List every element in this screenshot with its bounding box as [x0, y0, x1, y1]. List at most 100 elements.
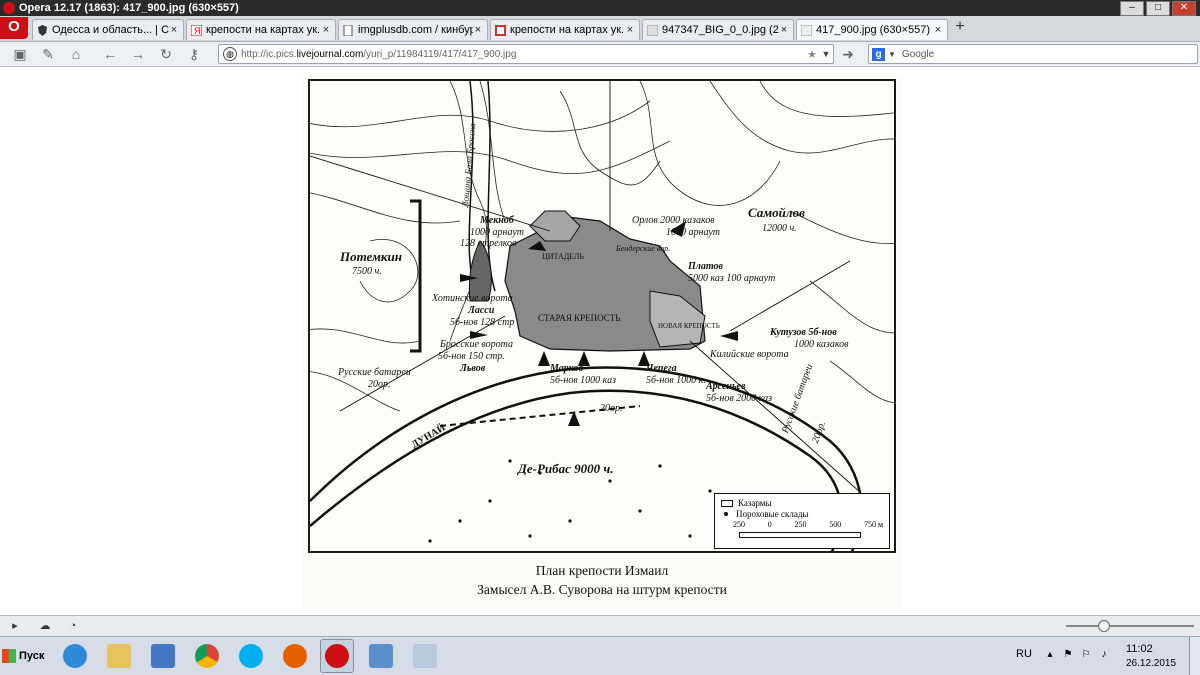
windows-flag-icon	[2, 649, 16, 663]
label-samoilov-count: 12000 ч.	[762, 223, 797, 234]
folder-icon	[107, 644, 131, 668]
back-icon[interactable]: ←	[102, 46, 118, 62]
speed-dial-icon[interactable]: ◔	[66, 619, 80, 633]
paint-icon	[413, 644, 437, 668]
tab-close-icon[interactable]: ×	[779, 24, 789, 36]
scale-tick: 250	[733, 520, 745, 529]
taskbar: Пуск RU ▴ ⚑ ⚐ ♪ 11:02 26.12.2015	[0, 636, 1200, 675]
opera-logo-icon	[3, 2, 15, 14]
scale-tick: 750 м	[863, 520, 883, 529]
taskbar-paint[interactable]	[408, 639, 442, 673]
label-orlov-2: 1000 арнаут	[666, 227, 720, 238]
tab-imgplusdb[interactable]: imgplusdb.com / кинбур... ×	[338, 19, 488, 40]
forward-icon[interactable]: →	[130, 46, 146, 62]
show-desktop-button[interactable]	[1189, 637, 1200, 675]
label-meknob-3: 128 стрелков	[460, 238, 517, 249]
address-bar[interactable]: ◍ http://ic.pics.livejournal.com/yuri_p/…	[218, 44, 834, 64]
scale-tick: 500	[829, 520, 842, 529]
barracks-legend-icon	[721, 499, 733, 507]
globe-icon: ◍	[223, 47, 237, 61]
clock-date[interactable]: 26.12.2015	[1126, 658, 1176, 669]
label-markov-2: 5б-нов 1000 каз	[550, 375, 616, 386]
label-platov-2: 5000 каз 100 арнаут	[688, 273, 776, 284]
tab-fortresses-2[interactable]: крепости на картах ук... ×	[490, 19, 640, 40]
tab-label: крепости на картах ук...	[206, 24, 321, 36]
clock-time[interactable]: 11:02	[1126, 643, 1153, 655]
internet-explorer-icon	[63, 644, 87, 668]
network-icon[interactable]: ⚑	[1062, 649, 1074, 661]
system-tray: RU ▴ ⚑ ⚐ ♪ 11:02 26.12.2015	[1010, 637, 1200, 675]
label-bender-gate: Бендерские вор.	[616, 244, 671, 253]
tab-close-icon[interactable]: ×	[169, 24, 179, 36]
taskbar-chrome[interactable]	[190, 639, 224, 673]
zoom-slider-knob[interactable]	[1098, 620, 1110, 632]
taskbar-media[interactable]	[146, 639, 180, 673]
address-url[interactable]: http://ic.pics.livejournal.com/yuri_p/11…	[241, 49, 805, 60]
key-icon[interactable]: ⚷	[186, 46, 202, 62]
label-new-fortress: НОВАЯ КРЕПОСТЬ	[658, 322, 720, 330]
window-title: Opera 12.17 (1863): 417_900.jpg (630×557…	[19, 2, 239, 14]
chevron-down-icon[interactable]: ▼	[888, 50, 896, 59]
tab-label: крепости на картах ук...	[510, 24, 625, 36]
taskbar-skype[interactable]	[234, 639, 268, 673]
go-arrow-icon[interactable]: ➜	[840, 46, 856, 62]
title-bar: Opera 12.17 (1863): 417_900.jpg (630×557…	[0, 0, 1200, 16]
wrench-icon[interactable]: ✎	[40, 46, 56, 62]
zoom-slider[interactable]	[1066, 620, 1194, 632]
label-markov: Марков	[550, 363, 583, 374]
taskbar-opera[interactable]	[320, 639, 354, 673]
tab-close-icon[interactable]: ×	[625, 24, 635, 36]
language-indicator[interactable]: RU	[1016, 648, 1032, 660]
start-label: Пуск	[19, 650, 45, 662]
navigation-toolbar: ▣ ✎ ⌂ ← → ↻ ⚷ ◍ http://ic.pics.livejourn…	[0, 42, 1200, 67]
label-samoilov: Самойлов	[748, 205, 805, 220]
taskbar-photo-viewer[interactable]	[364, 639, 398, 673]
panel-toggle-icon[interactable]: ▸	[8, 619, 22, 633]
label-lassi: Ласси	[468, 305, 495, 316]
google-icon[interactable]: g	[872, 47, 885, 61]
status-bar: ▸ ☁ ◔	[0, 615, 1200, 636]
tab-big-image[interactable]: 947347_BIG_0_0.jpg (2... ×	[642, 19, 794, 40]
chevron-down-icon[interactable]: ▼	[819, 49, 833, 59]
label-citadel: ЦИТАДЕЛЬ	[542, 252, 585, 261]
tab-417-900[interactable]: 417_900.jpg (630×557) ×	[796, 19, 948, 40]
search-field[interactable]: g ▼ Google	[868, 44, 1198, 64]
fortress-map-image: Потемкин 7500 ч. Мекноб 1000 арнаут 128 …	[302, 76, 902, 608]
legend-barracks: Казармы	[738, 498, 772, 508]
scale-tick: 0	[767, 520, 772, 529]
taskbar-ie[interactable]	[58, 639, 92, 673]
taskbar-explorer[interactable]	[102, 639, 136, 673]
skype-icon	[239, 644, 263, 668]
cloud-icon[interactable]: ☁	[38, 619, 52, 633]
volume-icon[interactable]: ♪	[1098, 649, 1110, 661]
new-tab-button[interactable]: +	[952, 19, 968, 36]
tab-label: 947347_BIG_0_0.jpg (2...	[662, 24, 779, 36]
home-icon[interactable]: ⌂	[68, 46, 84, 62]
label-meknob-2: 1000 арнаут	[470, 227, 524, 238]
chrome-icon	[195, 644, 219, 668]
label-kutuzov: Кутузов 5б-нов	[770, 327, 837, 338]
bookmark-star-icon[interactable]: ★	[805, 48, 819, 61]
flag-icon[interactable]: ⚐	[1080, 649, 1092, 661]
panel-icon[interactable]: ▣	[12, 46, 28, 62]
tab-close-icon[interactable]: ×	[473, 24, 483, 36]
caption-subtitle: Замысел А.В. Суворова на штурм крепости	[477, 582, 727, 597]
tab-fortresses-1[interactable]: Я крепости на картах ук... ×	[186, 19, 336, 40]
scale-bar	[739, 532, 861, 538]
start-button[interactable]: Пуск	[2, 644, 46, 668]
reload-icon[interactable]: ↻	[158, 46, 174, 62]
label-platov: Платов	[688, 261, 724, 272]
chevron-up-icon[interactable]: ▴	[1044, 649, 1056, 661]
tab-odessa[interactable]: Одесса и область... | С... ×	[32, 19, 184, 40]
opera-menu-button[interactable]: O	[0, 17, 28, 39]
taskbar-firefox[interactable]	[278, 639, 312, 673]
svg-text:Я: Я	[194, 26, 201, 36]
image-icon	[647, 24, 658, 36]
label-arsenyev: Арсеньев	[706, 381, 746, 392]
maximize-button[interactable]: □	[1146, 0, 1170, 16]
label-khotin-gate: Хотинские ворота	[432, 293, 513, 304]
close-button[interactable]: ✕	[1172, 0, 1196, 16]
tab-close-icon[interactable]: ×	[321, 24, 331, 36]
tab-close-icon[interactable]: ×	[933, 24, 943, 36]
minimize-button[interactable]: –	[1120, 0, 1144, 16]
